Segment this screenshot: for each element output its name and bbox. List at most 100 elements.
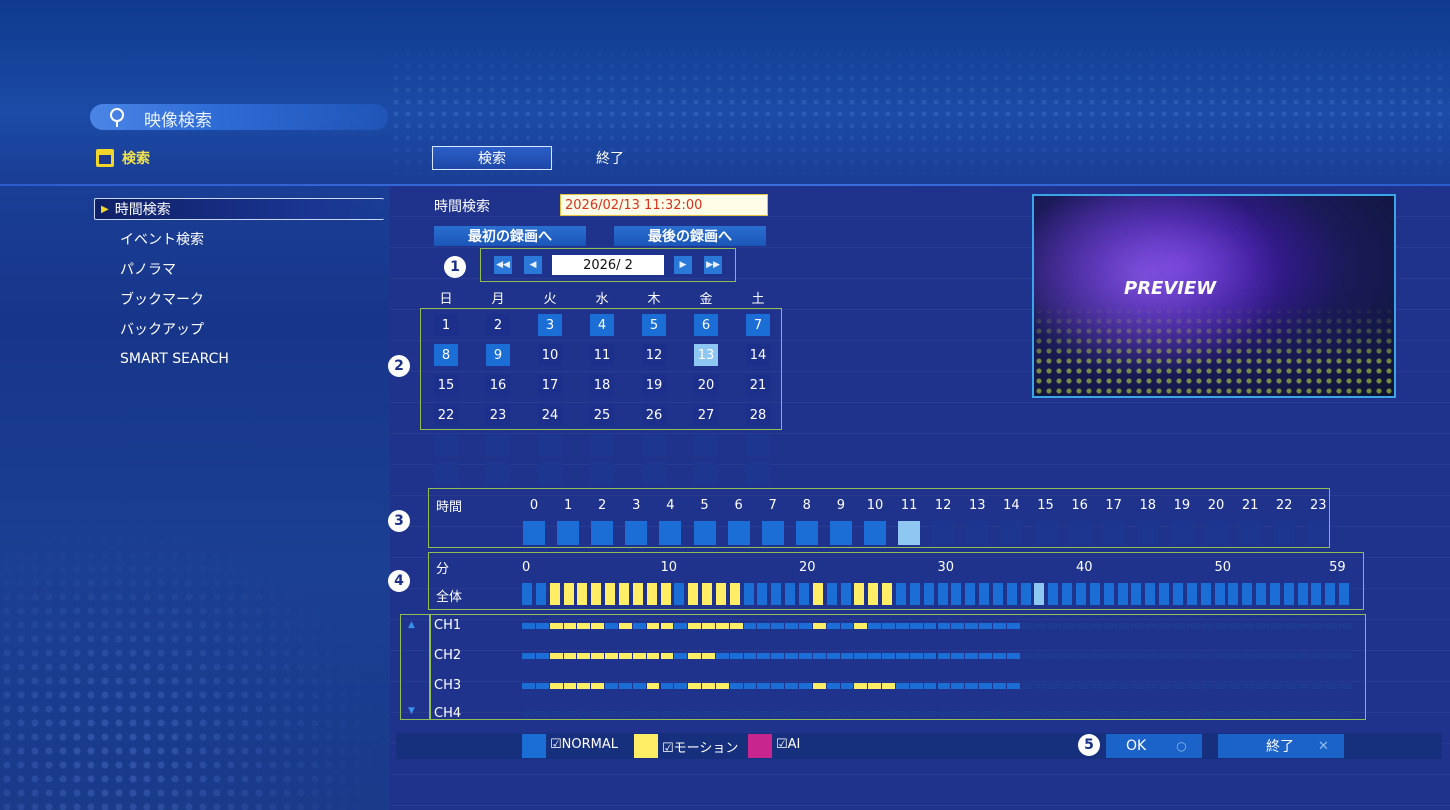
minute-cell[interactable]	[1214, 583, 1225, 605]
minute-cell[interactable]	[646, 583, 657, 605]
minute-cell[interactable]	[688, 583, 699, 605]
month-field[interactable]: 2026/ 2	[552, 255, 664, 275]
hour-cell[interactable]	[864, 521, 886, 545]
minute-cell[interactable]	[757, 583, 768, 605]
minute-cell[interactable]	[840, 583, 851, 605]
minute-cell[interactable]	[1200, 583, 1211, 605]
hour-cell[interactable]	[1000, 521, 1023, 545]
hour-cell[interactable]	[898, 521, 921, 545]
minute-cell[interactable]	[1089, 583, 1100, 605]
calendar-day[interactable]: 22	[434, 404, 458, 426]
minute-cell[interactable]	[937, 583, 948, 605]
hour-cell[interactable]	[523, 521, 545, 545]
minute-cell[interactable]	[660, 583, 671, 605]
minute-cell[interactable]	[1076, 583, 1086, 605]
calendar-day[interactable]: 3	[538, 314, 562, 336]
legend-motion[interactable]: ☑モーション	[662, 737, 738, 756]
calendar-day[interactable]: 21	[746, 374, 770, 396]
hour-cell[interactable]	[659, 521, 682, 545]
tab-exit[interactable]: 終了	[580, 146, 640, 170]
next-month-icon[interactable]: ▶	[674, 256, 692, 274]
minute-cell[interactable]	[785, 583, 796, 605]
minute-cell[interactable]	[868, 583, 879, 605]
channel-scrollbar[interactable]	[400, 614, 430, 720]
minute-cell[interactable]	[951, 583, 962, 605]
hour-cell[interactable]	[693, 521, 716, 545]
minute-cell[interactable]	[535, 583, 546, 605]
hour-cell[interactable]	[1307, 521, 1330, 545]
calendar-day[interactable]: 24	[538, 404, 562, 426]
minute-cell[interactable]	[979, 583, 990, 605]
calendar-day[interactable]: 10	[538, 344, 562, 366]
minute-cell[interactable]	[618, 583, 629, 605]
minute-cell[interactable]	[882, 583, 893, 605]
minute-cell[interactable]	[1186, 583, 1197, 605]
minute-cell[interactable]	[1048, 583, 1059, 605]
calendar-day[interactable]: 12	[642, 344, 666, 366]
ok-button[interactable]: OK ○	[1106, 734, 1202, 758]
minute-cell[interactable]	[1256, 583, 1267, 605]
minute-cell[interactable]	[563, 583, 574, 605]
hour-cell[interactable]	[625, 521, 648, 545]
legend-ai[interactable]: ☑AI	[776, 737, 800, 752]
minute-cell[interactable]	[1339, 583, 1350, 605]
datetime-input[interactable]: 2026/02/13 11:32:00	[560, 194, 768, 216]
minute-cell[interactable]	[1242, 583, 1253, 605]
hour-cell[interactable]	[761, 521, 784, 545]
minute-cell[interactable]	[854, 583, 865, 605]
minute-cell[interactable]	[1062, 583, 1073, 605]
minute-cell[interactable]	[1283, 583, 1294, 605]
minute-cell[interactable]	[1103, 583, 1114, 605]
hour-cell[interactable]	[1102, 521, 1125, 545]
minute-cell[interactable]	[992, 583, 1003, 605]
minute-cell[interactable]	[1297, 583, 1308, 605]
minute-cell[interactable]	[923, 583, 934, 605]
calendar-day[interactable]: 14	[746, 344, 770, 366]
minute-cell[interactable]	[522, 583, 532, 605]
calendar-day[interactable]: 6	[694, 314, 718, 336]
calendar-day[interactable]: 9	[486, 344, 510, 366]
hour-cell[interactable]	[1170, 521, 1193, 545]
calendar-day[interactable]: 25	[590, 404, 614, 426]
hour-cell[interactable]	[966, 521, 989, 545]
minute-cell[interactable]	[577, 583, 588, 605]
minute-cell[interactable]	[1269, 583, 1280, 605]
calendar-day[interactable]: 16	[486, 374, 510, 396]
sidebar-item-bookmark[interactable]: ブックマーク	[96, 288, 204, 310]
minute-cell[interactable]	[1117, 583, 1128, 605]
sidebar-item-smart-search[interactable]: SMART SEARCH	[96, 348, 229, 370]
minute-cell[interactable]	[591, 583, 602, 605]
calendar-day[interactable]: 4	[590, 314, 614, 336]
minute-cell[interactable]	[674, 583, 685, 605]
hour-cell[interactable]	[557, 521, 580, 545]
calendar-day[interactable]: 19	[642, 374, 666, 396]
calendar-day[interactable]: 15	[434, 374, 458, 396]
calendar-day[interactable]: 27	[694, 404, 718, 426]
minute-cell[interactable]	[1006, 583, 1017, 605]
hour-cell[interactable]	[1205, 521, 1227, 545]
exit-button[interactable]: 終了 ✕	[1218, 734, 1344, 758]
hour-cell[interactable]	[1034, 521, 1057, 545]
minute-cell[interactable]	[1311, 583, 1322, 605]
minute-cell[interactable]	[1172, 583, 1183, 605]
hour-cell[interactable]	[795, 521, 818, 545]
minute-cell[interactable]	[965, 583, 976, 605]
first-recording-button[interactable]: 最初の録画へ	[434, 226, 586, 246]
minute-cell[interactable]	[1145, 583, 1156, 605]
minute-cell[interactable]	[605, 583, 616, 605]
minute-cell[interactable]	[743, 583, 754, 605]
sidebar-item-panorama[interactable]: パノラマ	[96, 258, 176, 280]
scroll-down-icon[interactable]: ▼	[408, 706, 415, 716]
minute-cell[interactable]	[715, 583, 726, 605]
calendar-day[interactable]: 1	[434, 314, 458, 336]
minute-cell[interactable]	[1325, 583, 1336, 605]
calendar-day[interactable]: 28	[746, 404, 770, 426]
sidebar-item-event-search[interactable]: イベント検索	[96, 228, 204, 250]
minute-cell[interactable]	[826, 583, 837, 605]
calendar-day[interactable]: 13	[694, 344, 718, 366]
sidebar-item-time-search[interactable]: ▶ 時間検索	[94, 198, 384, 220]
calendar-day[interactable]: 23	[486, 404, 510, 426]
minute-cell[interactable]	[895, 583, 906, 605]
calendar-day[interactable]: 8	[434, 344, 458, 366]
minute-cell[interactable]	[771, 583, 782, 605]
